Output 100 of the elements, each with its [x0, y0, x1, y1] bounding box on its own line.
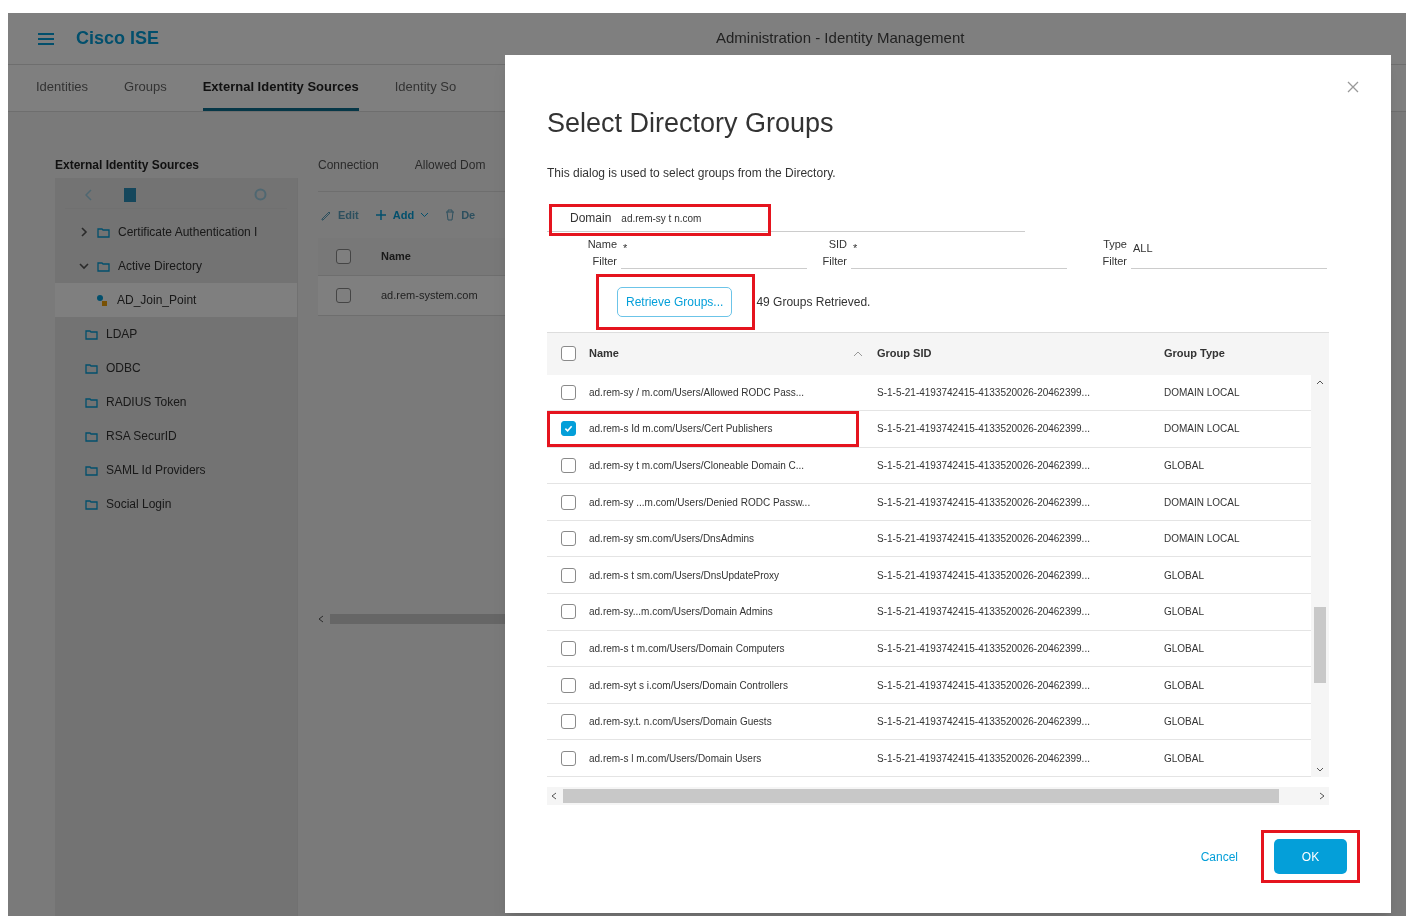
nav-tab[interactable]: External Identity Sources	[202, 76, 359, 111]
user-icon	[95, 293, 109, 307]
checkbox[interactable]	[561, 677, 576, 693]
scroll-down-icon[interactable]	[1316, 767, 1324, 774]
horizontal-scrollbar[interactable]	[547, 787, 1329, 806]
column-header[interactable]: Group Type	[1164, 345, 1309, 362]
filter-label: SID Filter	[821, 236, 847, 269]
folder-icon	[85, 328, 98, 340]
table-cell-text: ad.rem-s l m.com/Users/Domain Users	[589, 751, 763, 766]
scroll-right-icon[interactable]	[1319, 792, 1325, 801]
checkbox[interactable]	[561, 494, 576, 510]
status-text: 49 Groups Retrieved.	[756, 293, 871, 311]
check-icon	[564, 424, 573, 434]
checkbox[interactable]	[561, 640, 576, 656]
close-icon[interactable]	[1347, 81, 1359, 93]
tree-item-label: LDAP	[106, 326, 138, 343]
filter-label: Type Filter	[1101, 236, 1127, 269]
table-cell-text: DOMAIN LOCAL	[1164, 532, 1241, 547]
filter-field[interactable]: *	[621, 236, 807, 269]
table-cell-text: S-1-5-21-4193742415-4133520026-20462399...	[877, 641, 1091, 656]
table-cell-text: GLOBAL	[1164, 568, 1206, 583]
tree-item[interactable]: ODBC	[55, 351, 297, 385]
table-cell-text: GLOBAL	[1164, 459, 1206, 473]
sidebar-title: External Identity Sources	[55, 157, 201, 174]
toolbar-button[interactable]: Add	[374, 206, 430, 224]
checkbox[interactable]	[561, 567, 576, 583]
scrollbar-thumb[interactable]	[1314, 606, 1326, 683]
table-cell-text: ad.rem-s t m.com/Users/Domain Computers	[589, 641, 786, 656]
folder-icon	[97, 260, 110, 272]
app-logo: Cisco ISE	[76, 27, 160, 50]
checkbox[interactable]	[561, 421, 576, 437]
table-cell-text: S-1-5-21-4193742415-4133520026-20462399...	[877, 568, 1091, 583]
tree-item[interactable]: Certificate Authentication I	[55, 215, 297, 249]
content-tab[interactable]: Allowed Dom	[414, 156, 486, 191]
table-cell-text: S-1-5-21-4193742415-4133520026-20462399...	[877, 385, 1091, 400]
scroll-left-icon[interactable]	[551, 792, 557, 801]
table-cell-text: S-1-5-21-4193742415-4133520026-20462399...	[877, 459, 1091, 473]
sort-ascending-icon	[853, 350, 863, 357]
table-cell-text: S-1-5-21-4193742415-4133520026-20462399...	[877, 678, 1091, 693]
filter-label: Name Filter	[586, 236, 617, 269]
table-cell-text: ad.rem-sy t m.com/Users/Cloneable Domain C...	[589, 459, 806, 473]
nav-tab[interactable]: Identity So	[394, 76, 457, 111]
folder-icon	[97, 226, 110, 238]
table-cell-text: S-1-5-21-4193742415-4133520026-20462399...	[877, 532, 1091, 547]
scrollbar-thumb[interactable]	[563, 789, 1279, 804]
tree-item[interactable]: Active Directory	[55, 249, 297, 283]
scroll-up-icon[interactable]	[1316, 378, 1324, 385]
table-cell-text: GLOBAL	[1164, 678, 1206, 693]
tree-item[interactable]: RADIUS Token	[55, 385, 297, 419]
table-cell-text: S-1-5-21-4193742415-4133520026-20462399...	[877, 605, 1091, 620]
tree-item[interactable]: SAML Id Providers	[55, 453, 297, 487]
checkbox[interactable]	[561, 458, 576, 473]
retrieve-groups-button[interactable]: Retrieve Groups...	[617, 286, 733, 317]
table-cell-text: ad.rem-system.com	[381, 288, 478, 304]
cancel-button[interactable]: Cancel	[1200, 847, 1238, 866]
dialog-description: This dialog is used to select groups from the Directory.	[547, 164, 837, 182]
tree-item-label: ODBC	[106, 360, 141, 377]
tree-item[interactable]: Social Login	[55, 487, 297, 521]
content-tab[interactable]: Connection	[318, 156, 379, 191]
filter-field[interactable]: ALL	[1131, 236, 1327, 269]
checkbox[interactable]	[561, 384, 576, 400]
checkbox[interactable]	[336, 249, 351, 264]
table-cell-text: S-1-5-21-4193742415-4133520026-20462399...	[877, 495, 1091, 510]
tree-item-label: Certificate Authentication I	[118, 224, 258, 241]
checkbox[interactable]	[336, 288, 351, 303]
folder-icon	[85, 362, 98, 374]
table-cell-text: DOMAIN LOCAL	[1164, 385, 1241, 400]
filter-field[interactable]: *	[851, 236, 1067, 269]
folder-icon	[85, 498, 98, 510]
domain-value: ad.rem-sy t n.com	[621, 211, 702, 226]
table-cell-text: S-1-5-21-4193742415-4133520026-20462399...	[877, 715, 1091, 730]
tree-item[interactable]: AD_Join_Point	[55, 283, 297, 317]
table-cell-text: GLOBAL	[1164, 715, 1206, 730]
folder-icon	[85, 396, 98, 408]
table-cell-text: GLOBAL	[1164, 605, 1206, 620]
tree-item-label: Social Login	[106, 496, 172, 513]
nav-tab[interactable]: Groups	[124, 76, 167, 111]
domain-label: Domain	[570, 210, 612, 227]
column-header[interactable]: Name	[589, 345, 877, 362]
folder-icon	[85, 430, 98, 442]
plus-icon	[374, 209, 387, 221]
column-header[interactable]: Group SID	[877, 345, 1164, 362]
vertical-scrollbar[interactable]	[1311, 374, 1329, 778]
menu-icon[interactable]	[38, 32, 54, 45]
nav-tab[interactable]: Identities	[36, 76, 89, 111]
table-cell-text: S-1-5-21-4193742415-4133520026-20462399...	[877, 751, 1091, 766]
tree-item-label: Active Directory	[118, 258, 203, 275]
chevron-icon[interactable]	[79, 227, 89, 237]
checkbox[interactable]	[561, 750, 576, 766]
checkbox[interactable]	[561, 714, 576, 730]
tree-item[interactable]: RSA SecurID	[55, 419, 297, 453]
tree-item[interactable]: LDAP	[55, 317, 297, 351]
checkbox[interactable]	[561, 346, 576, 361]
ok-button[interactable]: OK	[1274, 839, 1347, 875]
checkbox[interactable]	[561, 531, 576, 547]
chevron-icon[interactable]	[79, 261, 89, 271]
pencil-icon	[320, 209, 332, 221]
table-cell-text: GLOBAL	[1164, 641, 1206, 656]
checkbox[interactable]	[561, 604, 576, 620]
scroll-left-icon[interactable]	[318, 615, 324, 623]
